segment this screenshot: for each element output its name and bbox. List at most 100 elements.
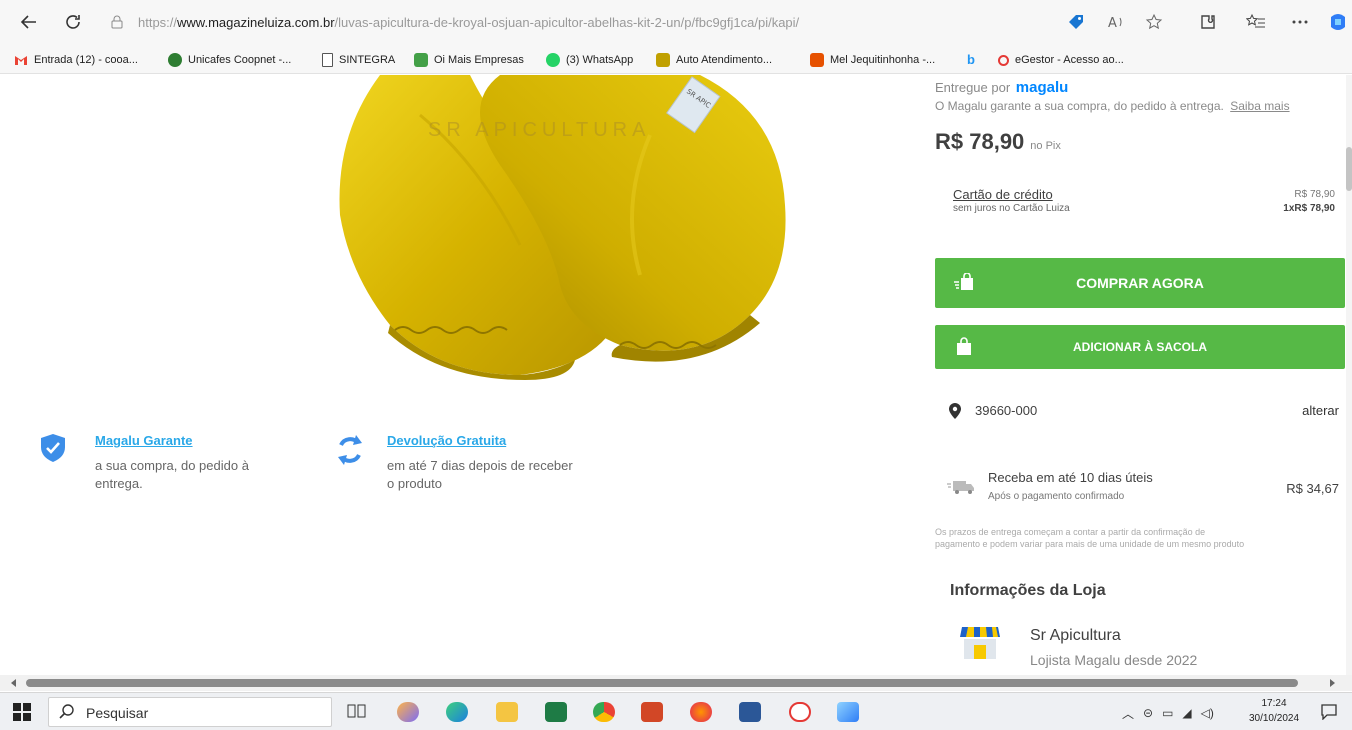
bookmark-label: Oi Mais Empresas bbox=[434, 54, 524, 66]
page-icon bbox=[322, 53, 333, 67]
add-to-bag-button[interactable]: ADICIONAR À SACOLA bbox=[935, 325, 1345, 369]
delivered-by: Entregue por magalu bbox=[935, 79, 1345, 96]
word-icon[interactable] bbox=[739, 702, 761, 722]
file-explorer-icon[interactable] bbox=[496, 702, 518, 722]
volume-icon[interactable]: ◁) bbox=[1201, 706, 1214, 720]
store-awning-icon bbox=[960, 627, 1000, 659]
horizontal-scrollbar-thumb[interactable] bbox=[26, 679, 1298, 687]
notifications-icon[interactable] bbox=[1321, 704, 1337, 720]
shopping-bag-icon bbox=[957, 337, 971, 355]
return-arrows-icon bbox=[338, 435, 362, 465]
chevron-up-icon[interactable]: ︿ bbox=[1122, 705, 1134, 722]
bookmarks-bar: Entrada (12) - cooa... Unicafes Coopnet … bbox=[0, 44, 1352, 74]
vertical-scrollbar[interactable] bbox=[1346, 75, 1352, 675]
change-zipcode-link[interactable]: alterar bbox=[1302, 403, 1339, 418]
bookmark-whatsapp[interactable]: (3) WhatsApp bbox=[546, 51, 633, 69]
credit-card-title: Cartão de crédito bbox=[953, 187, 1053, 202]
clock-date: 30/10/2024 bbox=[1248, 713, 1300, 724]
scrollbar-thumb[interactable] bbox=[1346, 147, 1352, 191]
windows-start-icon[interactable] bbox=[13, 703, 31, 721]
task-view-icon[interactable] bbox=[347, 702, 369, 722]
page-content: SR APIC SR APICULTURA Magalu Garante a s… bbox=[0, 75, 1352, 675]
browser-toolbar: https://www.magazineluiza.com.br/luvas-a… bbox=[0, 0, 1352, 44]
copilot-icon[interactable] bbox=[1326, 10, 1350, 34]
guarantee-line: em até 7 dias depois de receber bbox=[387, 458, 573, 473]
clock-time: 17:24 bbox=[1261, 698, 1287, 709]
copilot-taskbar-icon[interactable] bbox=[397, 702, 419, 722]
excel-icon[interactable] bbox=[545, 702, 567, 722]
oi-icon bbox=[414, 53, 428, 67]
bookmark-auto-atendimento[interactable]: Auto Atendimento... bbox=[656, 51, 772, 69]
delivery-truck-icon bbox=[947, 481, 974, 494]
bookmark-oi-empresas[interactable]: Oi Mais Empresas bbox=[414, 51, 524, 69]
know-more-link[interactable]: Saiba mais bbox=[1230, 99, 1289, 113]
clock[interactable]: 17:24 30/10/2024 bbox=[1244, 696, 1304, 726]
store-since: Lojista Magalu desde 2022 bbox=[1030, 652, 1198, 668]
scroll-right-icon[interactable] bbox=[1328, 679, 1336, 687]
read-aloud-icon[interactable]: A bbox=[1104, 10, 1128, 34]
taskbar-search[interactable]: Pesquisar bbox=[48, 697, 332, 727]
edge-browser-icon[interactable] bbox=[446, 702, 468, 722]
windows-taskbar: Pesquisar ︿ ⊝ ▭ ◢ ◁) 17:24 30/10/2024 bbox=[0, 692, 1352, 730]
magalu-guarantee-link[interactable]: Magalu Garante bbox=[95, 433, 193, 448]
bookmark-gmail[interactable]: Entrada (12) - cooa... bbox=[14, 51, 138, 69]
chrome-icon[interactable] bbox=[593, 702, 615, 722]
magalu-logo: magalu bbox=[1015, 79, 1069, 96]
bookmark-label: Unicafes Coopnet -... bbox=[188, 54, 292, 66]
buy-now-button[interactable]: COMPRAR AGORA bbox=[935, 258, 1345, 308]
price-value: R$ 78,90 bbox=[935, 129, 1025, 154]
app-icon[interactable] bbox=[789, 702, 811, 722]
search-placeholder: Pesquisar bbox=[86, 705, 149, 721]
powerpoint-icon[interactable] bbox=[641, 702, 663, 722]
favorites-list-icon[interactable] bbox=[1244, 10, 1268, 34]
reload-button[interactable] bbox=[60, 9, 86, 35]
system-tray: ︿ ⊝ ▭ ◢ ◁) bbox=[1122, 703, 1252, 723]
tag-icon[interactable] bbox=[1064, 10, 1088, 34]
credit-card-option[interactable]: Cartão de crédito sem juros no Cartão Lu… bbox=[935, 187, 1345, 223]
battery-icon[interactable]: ▭ bbox=[1162, 706, 1173, 720]
url-domain: www.magazineluiza.com.br bbox=[177, 14, 335, 30]
usb-drive-icon[interactable]: ⊝ bbox=[1143, 706, 1153, 720]
free-return-link[interactable]: Devolução Gratuita bbox=[387, 433, 506, 448]
bookmark-mel-jequitinhonha[interactable]: Mel Jequitinhonha -... bbox=[810, 51, 935, 69]
location-pin-icon bbox=[949, 403, 961, 419]
bookmark-unnamed[interactable]: b bbox=[964, 51, 984, 69]
bookmark-egestor[interactable]: eGestor - Acesso ao... bbox=[998, 51, 1124, 69]
search-icon bbox=[59, 704, 74, 719]
delivery-subtitle: Após o pagamento confirmado bbox=[988, 491, 1125, 502]
delivery-option: Receba em até 10 dias úteis Após o pagam… bbox=[935, 467, 1345, 507]
url-scheme: https:// bbox=[138, 14, 178, 30]
arrow-left-icon bbox=[20, 15, 36, 29]
svg-text:A: A bbox=[1108, 16, 1117, 30]
bookmark-label: eGestor - Acesso ao... bbox=[1015, 54, 1124, 66]
address-bar[interactable]: https://www.magazineluiza.com.br/luvas-a… bbox=[110, 7, 1050, 37]
credit-card-price: R$ 78,90 bbox=[1294, 189, 1335, 200]
bookmark-label: SINTEGRA bbox=[339, 54, 396, 66]
gmail-icon bbox=[14, 53, 28, 67]
scroll-left-icon[interactable] bbox=[10, 679, 18, 687]
bank-icon bbox=[656, 53, 670, 67]
zipcode-row: 39660-000 alterar bbox=[935, 401, 1345, 421]
buy-now-label: COMPRAR AGORA bbox=[1076, 275, 1204, 291]
firefox-icon[interactable] bbox=[690, 702, 712, 722]
guarantee-line: o produto bbox=[387, 476, 442, 491]
store-card[interactable]: Sr Apicultura Lojista Magalu desde 2022 bbox=[935, 623, 1345, 673]
extensions-icon[interactable] bbox=[1196, 10, 1220, 34]
bookmark-unicafes[interactable]: Unicafes Coopnet -... bbox=[168, 51, 291, 69]
horizontal-scrollbar[interactable] bbox=[0, 675, 1352, 691]
bookmark-label: Mel Jequitinhonha -... bbox=[830, 54, 936, 66]
favorite-star-icon[interactable] bbox=[1142, 10, 1166, 34]
back-button[interactable] bbox=[16, 9, 42, 35]
pix-price: R$ 78,90 no Pix bbox=[935, 129, 1345, 155]
bookmark-label: Entrada (12) - cooa... bbox=[34, 54, 138, 66]
guarantee-line: a sua compra, do pedido à bbox=[95, 458, 249, 473]
more-options-icon[interactable] bbox=[1288, 10, 1312, 34]
add-to-bag-label: ADICIONAR À SACOLA bbox=[1073, 340, 1207, 354]
egestor-icon bbox=[998, 54, 1009, 66]
bookmark-sintegra[interactable]: SINTEGRA bbox=[322, 51, 395, 69]
credit-card-installment: 1xR$ 78,90 bbox=[1283, 203, 1335, 214]
wifi-icon[interactable]: ◢ bbox=[1182, 706, 1191, 720]
reload-icon bbox=[66, 15, 80, 29]
shield-check-icon bbox=[41, 434, 65, 462]
photos-icon[interactable] bbox=[837, 702, 859, 722]
